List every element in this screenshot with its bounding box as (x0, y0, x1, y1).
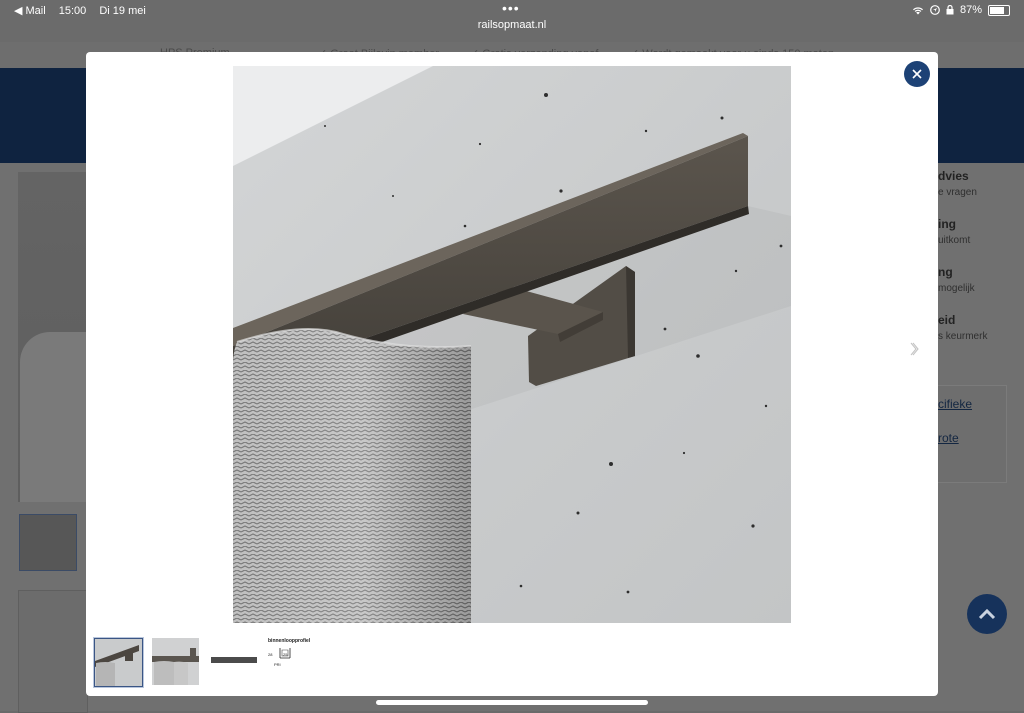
battery-icon (988, 4, 1010, 16)
battery-percent: 87% (959, 4, 982, 16)
service-subtitle: mogelijk (938, 283, 975, 294)
thumbnail-dim: PRI (274, 662, 281, 667)
image-lightbox: binnenloopprofiel 28 25 PRI (86, 52, 938, 696)
chevron-up-icon (978, 608, 996, 620)
status-time: 15:00 (58, 5, 87, 17)
service-panel: dvies e vragen ing uitkomt ng mogelijk e… (938, 165, 1006, 365)
multitask-dots[interactable]: ••• (502, 0, 520, 16)
thumbnail-2[interactable] (152, 638, 199, 685)
product-thumbnail-background[interactable] (19, 514, 77, 571)
chevron-right-icon (910, 342, 919, 356)
scroll-to-top-button[interactable] (967, 594, 1007, 634)
status-right: 87% (912, 4, 1010, 16)
thumbnail-1[interactable] (94, 638, 143, 687)
links-card: cifieke rote (938, 385, 1007, 483)
status-date: Di 19 mei (99, 5, 146, 17)
close-button[interactable] (904, 61, 930, 87)
service-title: eid (938, 313, 956, 327)
service-item: ing uitkomt (938, 217, 970, 246)
service-item: dvies e vragen (938, 169, 977, 198)
thumbnail-3[interactable] (210, 638, 257, 685)
service-subtitle: uitkomt (938, 235, 971, 246)
product-image-background (18, 172, 86, 502)
back-to-mail-link[interactable]: ◀ Mail (14, 5, 46, 17)
home-indicator[interactable] (376, 700, 648, 705)
thumbnail-label: binnenloopprofiel (268, 638, 311, 644)
next-image-button[interactable] (909, 342, 919, 361)
url-label[interactable]: railsopmaat.nl (0, 19, 1024, 31)
service-title: ing (938, 217, 956, 231)
specs-link[interactable]: cifieke (938, 397, 972, 411)
service-item: ng mogelijk (938, 265, 975, 294)
location-icon (930, 5, 940, 15)
thumbnail-4[interactable]: binnenloopprofiel 28 25 PRI (268, 638, 315, 685)
ios-status-bar: ◀ Mail 15:00 Di 19 mei ••• railsopmaat.n… (0, 0, 1024, 42)
service-title: ng (938, 265, 953, 279)
service-item: eid s keurmerk (938, 313, 987, 342)
lock-rotation-icon (946, 5, 954, 15)
close-icon (912, 69, 922, 79)
info-card-background (18, 590, 88, 713)
service-subtitle: s keurmerk (938, 331, 988, 342)
service-title: dvies (938, 169, 969, 183)
thumbnail-dim: 28 (268, 652, 273, 657)
service-subtitle: e vragen (938, 187, 977, 198)
large-link[interactable]: rote (938, 431, 959, 445)
thumbnail-dim: 25 (283, 652, 288, 657)
wifi-icon (912, 6, 923, 14)
main-product-image (233, 66, 791, 623)
status-left: ◀ Mail 15:00 Di 19 mei (14, 4, 156, 17)
